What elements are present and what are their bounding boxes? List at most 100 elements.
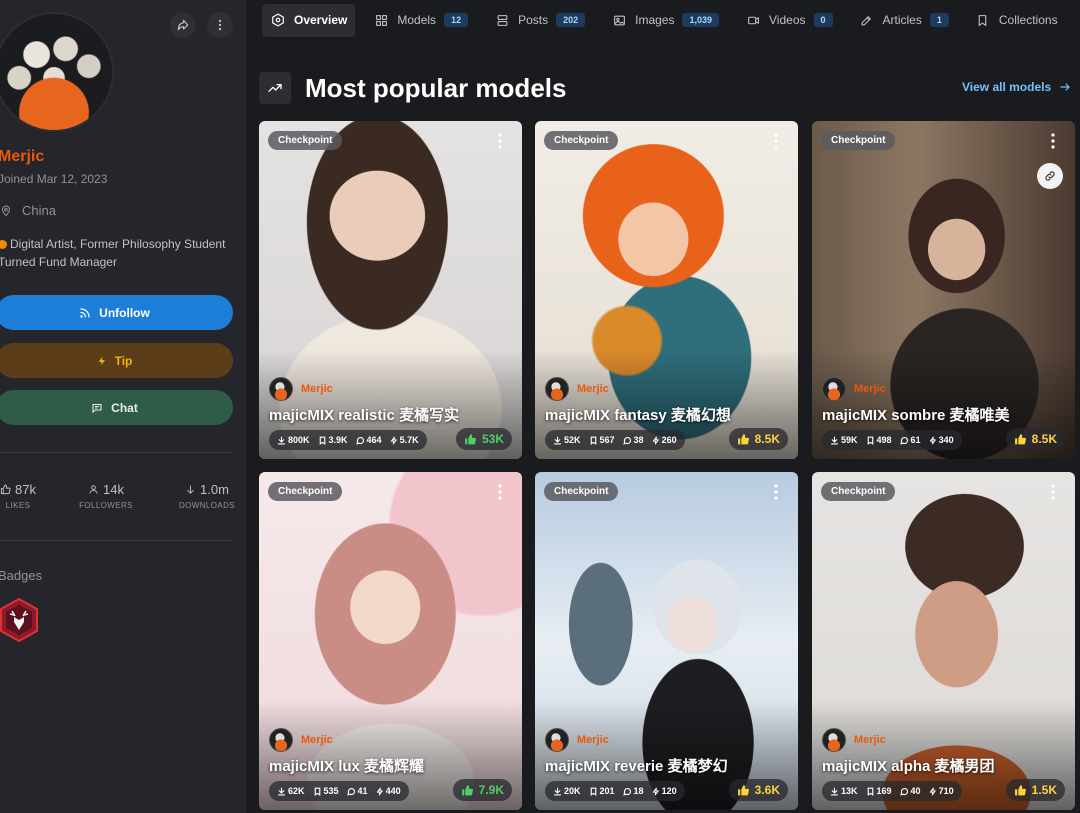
section-title: Most popular models xyxy=(305,73,567,103)
tab-images-count: 1,039 xyxy=(682,13,720,27)
creator-name: Merjic xyxy=(577,734,609,746)
likes-button[interactable]: 3.6K xyxy=(728,779,788,801)
creator-name: Merjic xyxy=(301,734,333,746)
card-menu-button[interactable] xyxy=(774,133,784,149)
downloads-stat: 20K xyxy=(553,786,581,796)
tab-posts[interactable]: Posts 202 xyxy=(486,4,593,37)
download-icon xyxy=(277,787,286,795)
card-menu-button[interactable] xyxy=(498,484,508,500)
bookmark-icon xyxy=(590,436,596,445)
comments-value: 18 xyxy=(633,786,644,796)
card-creator[interactable]: Merjic xyxy=(545,377,609,401)
saves-stat: 201 xyxy=(589,786,615,796)
tab-videos[interactable]: Videos 0 xyxy=(737,4,841,37)
tab-articles[interactable]: Articles 1 xyxy=(851,4,957,37)
tab-articles-count: 1 xyxy=(929,13,949,27)
tab-overview-label: Overview xyxy=(294,13,348,27)
downloads-stat: 13K xyxy=(830,786,858,796)
arrow-right-icon xyxy=(1060,83,1071,91)
dots-vertical-icon xyxy=(218,19,222,31)
card-menu-button[interactable] xyxy=(1051,133,1061,149)
joined-date: Joined Mar 12, 2023 xyxy=(0,172,108,186)
likes-button[interactable]: 8.5K xyxy=(1005,428,1065,450)
model-type-badge: Checkpoint xyxy=(268,131,343,150)
buzz-value: 440 xyxy=(385,786,401,796)
dots-vertical-icon xyxy=(1051,133,1055,149)
tab-models-count: 12 xyxy=(444,13,469,27)
stat-followers-value: 14k xyxy=(103,482,124,497)
card-creator[interactable]: Merjic xyxy=(822,728,886,752)
downloads-stat: 800K xyxy=(277,435,310,445)
downloads-value: 62K xyxy=(288,786,305,796)
card-menu-button[interactable] xyxy=(498,133,508,149)
creator-avatar xyxy=(545,377,569,401)
buzz-stat: 120 xyxy=(652,786,677,796)
unfollow-label: Unfollow xyxy=(99,305,150,320)
stat-downloads-label: DOWNLOADS xyxy=(178,501,236,510)
unfollow-button[interactable]: Unfollow xyxy=(0,295,233,330)
comments-value: 464 xyxy=(366,435,382,445)
likes-button[interactable]: 1.5K xyxy=(1005,779,1065,801)
thumb-up-icon xyxy=(465,433,476,444)
card-creator[interactable]: Merjic xyxy=(545,728,609,752)
bookmark-icon xyxy=(867,436,873,445)
model-stats: 800K 3.9K 464 5.7K xyxy=(269,430,427,450)
model-card[interactable]: Checkpoint Merjic majicMIX fantasy 麦橘幻想 … xyxy=(535,121,798,459)
comments-stat: 61 xyxy=(899,435,921,445)
tab-images[interactable]: Images 1,039 xyxy=(603,4,727,37)
comment-icon xyxy=(622,436,631,445)
username: Merjic xyxy=(0,148,45,165)
map-pin-icon xyxy=(1,205,11,216)
link-button[interactable] xyxy=(1037,163,1063,189)
model-card[interactable]: Checkpoint Merjic majicMIX realistic 麦橘写… xyxy=(259,121,522,459)
bookmark-icon xyxy=(975,12,991,28)
bio-emoji-icon xyxy=(0,240,7,249)
dots-vertical-icon xyxy=(774,484,778,500)
creator-avatar xyxy=(545,728,569,752)
saves-value: 169 xyxy=(876,786,892,796)
tab-articles-label: Articles xyxy=(882,13,922,27)
model-card[interactable]: Checkpoint Merjic majicMIX lux 麦橘辉耀 62K … xyxy=(259,472,522,810)
thumb-up-icon xyxy=(1014,784,1026,795)
badge-deer-icon[interactable] xyxy=(0,598,40,642)
model-title: majicMIX realistic 麦橘写实 xyxy=(269,407,460,424)
card-creator[interactable]: Merjic xyxy=(822,377,886,401)
model-card[interactable]: Checkpoint Merjic majicMIX reverie 麦橘梦幻 … xyxy=(535,472,798,810)
chat-button[interactable]: Chat xyxy=(0,390,233,425)
likes-button[interactable]: 53K xyxy=(455,428,512,450)
model-title: majicMIX lux 麦橘辉耀 xyxy=(269,758,425,775)
more-options-button[interactable] xyxy=(207,12,233,38)
bolt-icon xyxy=(652,787,659,795)
model-card[interactable]: Checkpoint Merjic majicMIX alpha 麦橘男团 13… xyxy=(812,472,1075,810)
card-menu-button[interactable] xyxy=(1051,484,1061,500)
tab-overview[interactable]: Overview xyxy=(262,3,356,37)
model-title: majicMIX reverie 麦橘梦幻 xyxy=(545,758,728,775)
overview-icon xyxy=(270,12,286,28)
downloads-stat: 52K xyxy=(553,435,581,445)
share-button[interactable] xyxy=(170,12,196,38)
buzz-value: 5.7K xyxy=(399,435,419,445)
likes-button[interactable]: 8.5K xyxy=(728,428,788,450)
likes-button[interactable]: 7.9K xyxy=(452,779,512,801)
profile-avatar[interactable] xyxy=(0,12,114,132)
comment-icon xyxy=(899,436,908,445)
tab-videos-count: 0 xyxy=(813,13,833,27)
tab-collections[interactable]: Collections xyxy=(967,4,1066,37)
download-icon xyxy=(277,436,286,444)
buzz-value: 340 xyxy=(938,435,954,445)
model-card[interactable]: Checkpoint Merjic majicMIX sombre 麦橘唯美 5… xyxy=(812,121,1075,459)
thumb-up-icon xyxy=(737,433,749,444)
buzz-stat: 5.7K xyxy=(390,435,419,445)
view-all-models-link[interactable]: View all models xyxy=(962,80,1071,94)
card-creator[interactable]: Merjic xyxy=(269,728,333,752)
tip-button[interactable]: Tip xyxy=(0,343,233,378)
card-creator[interactable]: Merjic xyxy=(269,377,333,401)
likes-value: 8.5K xyxy=(754,432,780,446)
buzz-stat: 440 xyxy=(376,786,401,796)
likes-value: 7.9K xyxy=(478,783,504,797)
dots-vertical-icon xyxy=(774,133,778,149)
card-menu-button[interactable] xyxy=(774,484,784,500)
thumb-up-icon xyxy=(461,784,473,795)
tab-models[interactable]: Models 12 xyxy=(365,4,476,37)
bolt-icon xyxy=(98,356,105,365)
